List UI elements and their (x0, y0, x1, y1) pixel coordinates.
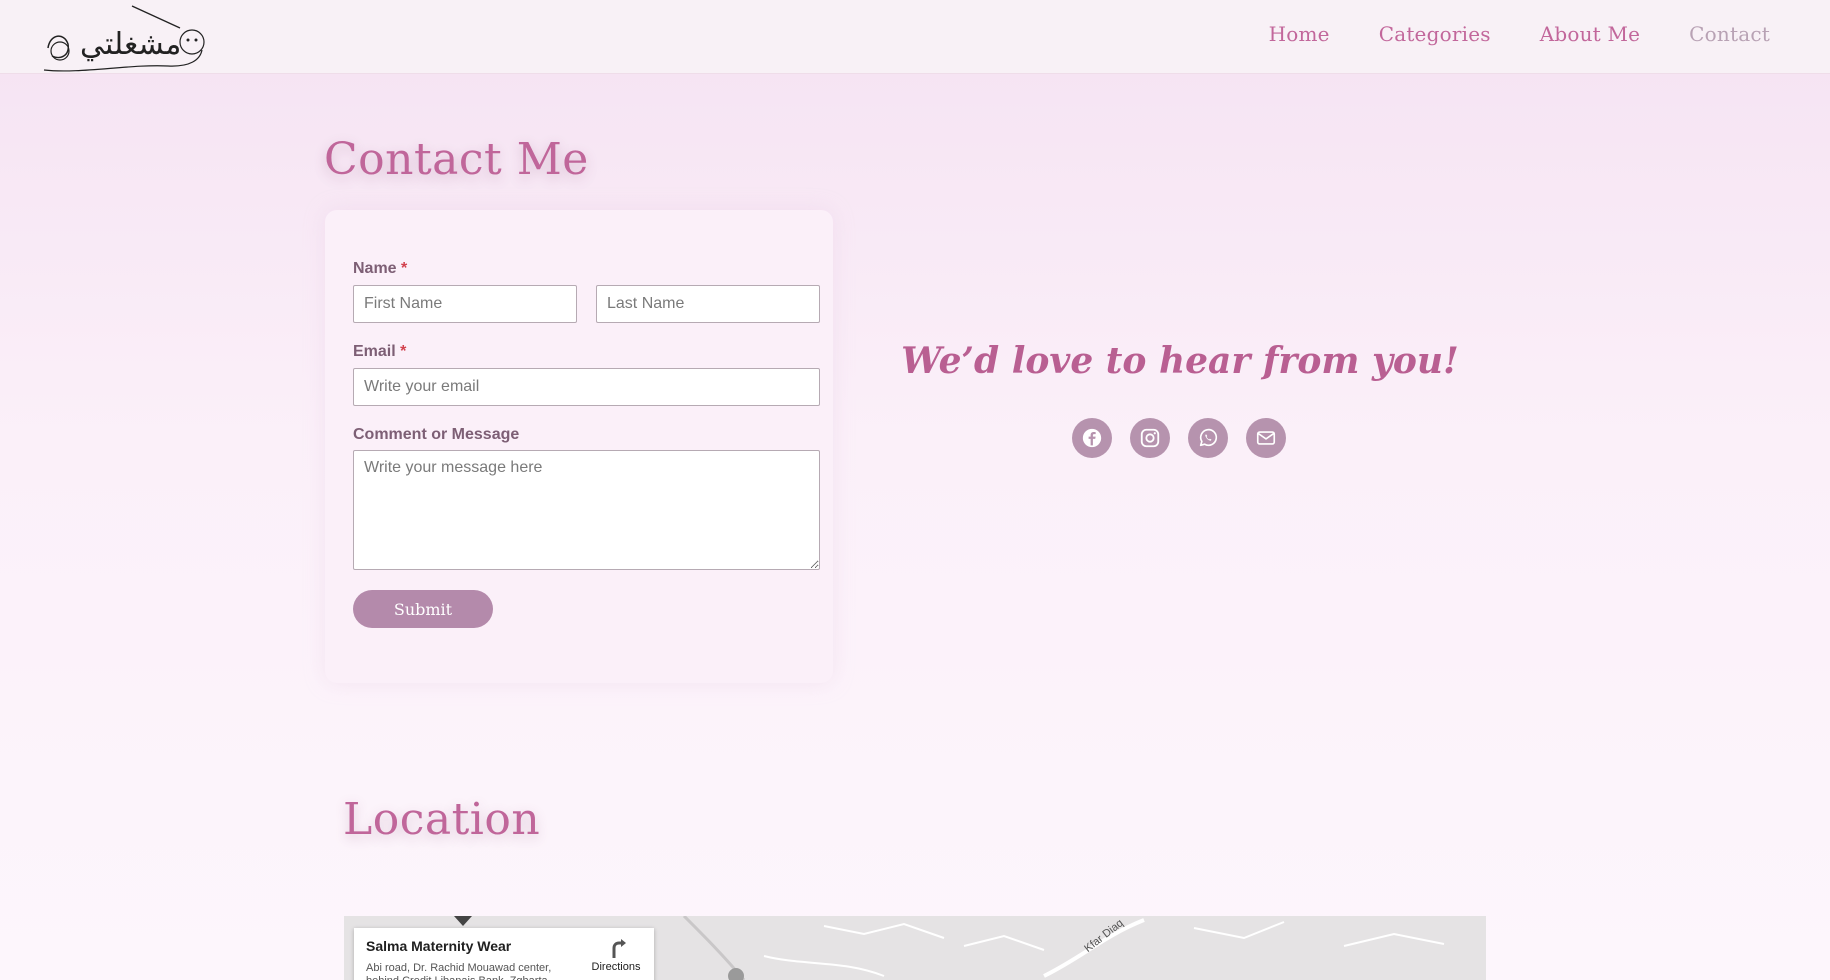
envelope-icon (1256, 431, 1276, 445)
required-marker: * (400, 343, 407, 360)
location-map[interactable]: Salma Maternity Wear Abi road, Dr. Rachi… (344, 916, 1486, 980)
email-label: Email * (353, 343, 407, 360)
instagram-icon (1140, 428, 1160, 448)
whatsapp-link[interactable] (1188, 418, 1228, 458)
site-header: مشغلتي Home Categories About Me Contact (0, 0, 1830, 74)
contact-form-card: Name * Email * Comment or Message Submit (325, 210, 833, 683)
contact-tagline: We’d love to hear from you! (901, 340, 1459, 382)
contact-title: Contact Me (324, 134, 589, 185)
last-name-input[interactable] (596, 285, 820, 323)
instagram-link[interactable] (1130, 418, 1170, 458)
whatsapp-icon (1199, 428, 1218, 447)
place-address: Abi road, Dr. Rachid Mouawad center, beh… (366, 962, 552, 980)
nav-categories[interactable]: Categories (1379, 22, 1491, 46)
first-name-input[interactable] (353, 285, 577, 323)
facebook-icon (1082, 428, 1102, 448)
message-label: Comment or Message (353, 426, 520, 443)
location-title: Location (343, 794, 541, 845)
map-place-card: Salma Maternity Wear Abi road, Dr. Rachi… (354, 928, 654, 980)
email-input[interactable] (353, 368, 820, 406)
svg-text:مشغلتي: مشغلتي (80, 27, 181, 62)
place-name: Salma Maternity Wear (366, 938, 512, 954)
nav-contact[interactable]: Contact (1689, 22, 1770, 46)
message-textarea[interactable] (353, 450, 820, 570)
nav-about-me[interactable]: About Me (1540, 22, 1640, 46)
required-marker: * (401, 260, 408, 277)
social-links (1072, 418, 1286, 458)
directions-icon (612, 939, 626, 958)
site-logo[interactable]: مشغلتي (40, 4, 210, 74)
main-nav: Home Categories About Me Contact (1269, 22, 1770, 46)
directions-button[interactable]: Directions (586, 938, 646, 973)
facebook-link[interactable] (1072, 418, 1112, 458)
submit-button[interactable]: Submit (353, 590, 493, 628)
email-link[interactable] (1246, 418, 1286, 458)
name-label: Name * (353, 260, 408, 277)
nav-home[interactable]: Home (1269, 22, 1330, 46)
